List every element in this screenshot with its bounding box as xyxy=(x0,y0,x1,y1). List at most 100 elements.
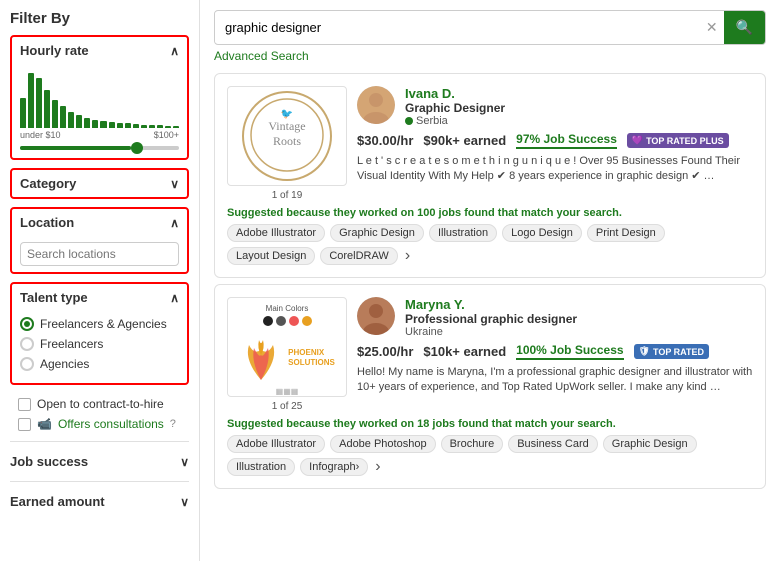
tag-graphic-design-1[interactable]: Graphic Design xyxy=(330,224,424,242)
bar-14 xyxy=(125,123,131,128)
suggested-1: Suggested because they worked on 100 job… xyxy=(227,207,753,219)
freelancer-card-2: Main Colors xyxy=(214,284,766,489)
talent-type-label: Talent type xyxy=(20,290,88,305)
freelancer-location-1: Serbia xyxy=(405,115,753,127)
bar-2 xyxy=(28,73,34,128)
consultations-icon: 📹 xyxy=(37,417,52,431)
bar-16 xyxy=(141,125,147,128)
bar-6 xyxy=(60,106,66,128)
tag-adobe-illustrator-2[interactable]: Adobe Illustrator xyxy=(227,435,325,453)
talent-type-section: Talent type ∧ Freelancers & Agencies Fre… xyxy=(10,282,189,385)
talent-option-freelancers-label: Freelancers xyxy=(40,337,103,351)
job-success-1: 97% Job Success xyxy=(516,132,617,149)
contract-option[interactable]: Open to contract-to-hire xyxy=(18,397,181,411)
grid-lines: ▦▦▦ xyxy=(276,387,299,396)
bar-12 xyxy=(109,122,115,128)
bar-15 xyxy=(133,124,139,128)
radio-all[interactable] xyxy=(20,317,34,331)
talent-option-freelancers[interactable]: Freelancers xyxy=(20,337,179,351)
location-text-2: Ukraine xyxy=(405,326,443,338)
earned-amount-chevron: ∨ xyxy=(180,495,189,509)
bar-19 xyxy=(165,126,171,128)
tags-2: Adobe Illustrator Adobe Photoshop Brochu… xyxy=(227,435,753,476)
tag-coreldraw-1[interactable]: CorelDRAW xyxy=(320,247,398,265)
bar-20 xyxy=(173,126,179,128)
more-tags-button-2[interactable]: › xyxy=(373,458,382,476)
consultations-option[interactable]: 📹 Offers consultations ? xyxy=(18,417,181,431)
color-black xyxy=(263,316,273,326)
more-tags-button-1[interactable]: › xyxy=(403,247,412,265)
hourly-rate-section: Hourly rate ∧ xyxy=(10,35,189,160)
talent-type-chevron: ∧ xyxy=(170,291,179,305)
slider-track xyxy=(20,146,179,150)
svg-text:Vintage: Vintage xyxy=(268,119,305,133)
job-success-header[interactable]: Job success ∨ xyxy=(10,450,189,473)
freelancer-header-1: Ivana D. Graphic Designer Serbia xyxy=(357,86,753,127)
tag-infograph-2[interactable]: Infograph› xyxy=(300,458,368,476)
chart-min-label: under $10 xyxy=(20,130,61,140)
bar-17 xyxy=(149,125,155,128)
description-1: L e t ' s c r e a t e s o m e t h i n g … xyxy=(357,154,753,185)
card-info-2: Maryna Y. Professional graphic designer … xyxy=(357,297,753,412)
location-chevron: ∧ xyxy=(170,216,179,230)
earned-2: $10k+ earned xyxy=(423,344,506,359)
radio-agencies[interactable] xyxy=(20,357,34,371)
tag-illustration-2[interactable]: Illustration xyxy=(227,458,295,476)
search-input[interactable] xyxy=(215,12,700,43)
contract-checkbox[interactable] xyxy=(18,398,31,411)
description-2: Hello! My name is Maryna, I'm a professi… xyxy=(357,365,753,396)
talent-type-header[interactable]: Talent type ∧ xyxy=(12,284,187,311)
search-clear-icon[interactable]: ✕ xyxy=(700,19,724,36)
phoenix-svg xyxy=(239,330,284,385)
avatar-2 xyxy=(357,297,395,335)
suggested-2: Suggested because they worked on 18 jobs… xyxy=(227,418,753,430)
phoenix-text: PHOENIXSOLUTIONS xyxy=(288,348,335,367)
bar-9 xyxy=(84,118,90,128)
tag-business-card-2[interactable]: Business Card xyxy=(508,435,598,453)
talent-option-agencies[interactable]: Agencies xyxy=(20,357,179,371)
bar-7 xyxy=(68,112,74,128)
earned-amount-header[interactable]: Earned amount ∨ xyxy=(10,490,189,513)
tag-illustration-1[interactable]: Illustration xyxy=(429,224,497,242)
job-success-label: Job success xyxy=(10,454,88,469)
job-success-section: Job success ∨ xyxy=(10,441,189,481)
hourly-rate-label: Hourly rate xyxy=(20,43,89,58)
bar-1 xyxy=(20,98,26,128)
freelancer-name-1: Ivana D. xyxy=(405,86,753,101)
suggested-count-1: 100 jobs found that match your search. xyxy=(417,207,622,219)
suggested-text-1: Suggested because they worked on xyxy=(227,207,414,219)
badge-icon-2: 🛡 xyxy=(639,346,650,357)
vintage-logo: Vintage Roots 🐦 xyxy=(247,95,327,178)
talent-option-all-label: Freelancers & Agencies xyxy=(40,317,167,331)
tag-print-design-1[interactable]: Print Design xyxy=(587,224,665,242)
tag-adobe-photoshop-2[interactable]: Adobe Photoshop xyxy=(330,435,435,453)
tag-graphic-design-2[interactable]: Graphic Design xyxy=(603,435,697,453)
location-search-input[interactable] xyxy=(20,242,179,266)
talent-option-all[interactable]: Freelancers & Agencies xyxy=(20,317,179,331)
checkbox-options: Open to contract-to-hire 📹 Offers consul… xyxy=(10,393,189,441)
location-section: Location ∧ xyxy=(10,207,189,274)
search-button[interactable]: 🔍 xyxy=(724,11,765,44)
freelancer-header-2: Maryna Y. Professional graphic designer … xyxy=(357,297,753,338)
category-header[interactable]: Category ∨ xyxy=(12,170,187,197)
job-success-2: 100% Job Success xyxy=(516,343,623,360)
main-colors-label: Main Colors xyxy=(266,304,309,313)
location-header[interactable]: Location ∧ xyxy=(12,209,187,236)
vintage-svg: Vintage Roots 🐦 xyxy=(247,95,327,175)
tag-brochure-2[interactable]: Brochure xyxy=(441,435,504,453)
online-dot-1 xyxy=(405,117,413,125)
suggested-count-2: 18 jobs found that match your search. xyxy=(417,418,616,430)
advanced-search-link[interactable]: Advanced Search xyxy=(214,49,766,63)
svg-text:Roots: Roots xyxy=(273,134,301,148)
slider-thumb[interactable] xyxy=(131,142,143,154)
consultations-checkbox[interactable] xyxy=(18,418,31,431)
tag-adobe-illustrator-1[interactable]: Adobe Illustrator xyxy=(227,224,325,242)
color-circles xyxy=(263,316,312,326)
bar-3 xyxy=(36,78,42,128)
tag-layout-design-1[interactable]: Layout Design xyxy=(227,247,315,265)
hourly-rate-chevron: ∧ xyxy=(170,44,179,58)
hourly-rate-header[interactable]: Hourly rate ∧ xyxy=(12,37,187,64)
name-title-2: Maryna Y. Professional graphic designer … xyxy=(405,297,753,338)
tag-logo-design-1[interactable]: Logo Design xyxy=(502,224,582,242)
radio-freelancers[interactable] xyxy=(20,337,34,351)
